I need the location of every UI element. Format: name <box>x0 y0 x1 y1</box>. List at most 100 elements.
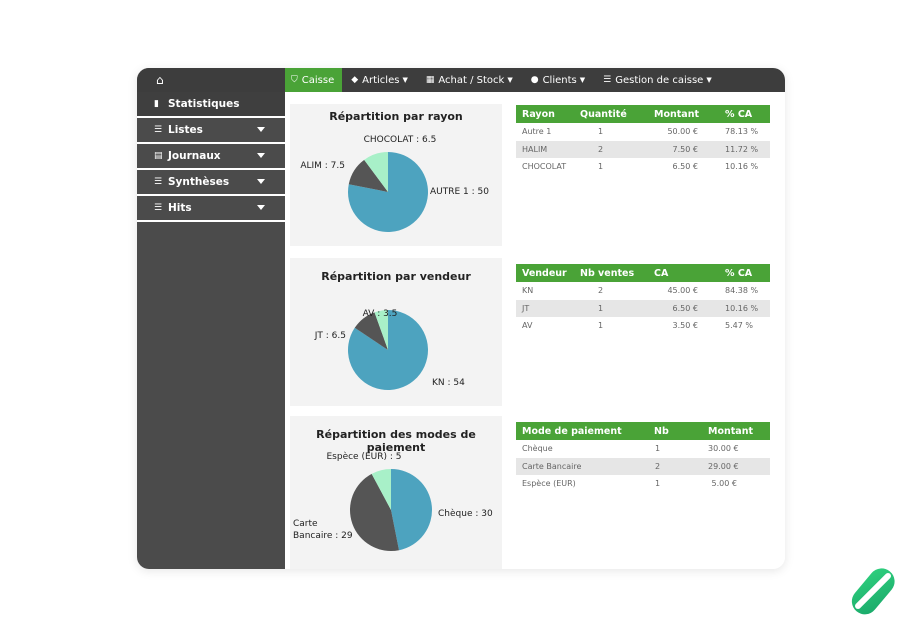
table-cell: 78.13 % <box>725 127 759 137</box>
list-icon: ☰ <box>154 125 163 135</box>
tab-label: Caisse <box>301 74 335 86</box>
chart-card-rayon: Répartition par rayon AUTRE 1 : 50 ALIM :… <box>290 104 502 246</box>
chevron-down-icon <box>257 205 265 210</box>
table-cell: 1 <box>598 127 604 137</box>
sidebar-item-label: Statistiques <box>168 98 240 110</box>
home-button[interactable]: ⌂ <box>137 68 285 92</box>
pie-label: KN : 54 <box>432 378 465 388</box>
app-window: ⌂ ▮ Statistiques ☰ Listes ▤ Journaux ☰ S… <box>137 68 785 569</box>
table-row: Carte Bancaire 2 29.00 € <box>516 457 770 475</box>
table-cell: 1 <box>598 321 604 331</box>
sidebar-item-label: Journaux <box>168 150 221 162</box>
list-icon: ☰ <box>154 177 163 187</box>
table-cell: AV <box>522 321 533 331</box>
sidebar-item-statistiques[interactable]: ▮ Statistiques <box>137 92 285 118</box>
chevron-down-icon: ▼ <box>579 76 586 84</box>
pie-label: JT : 6.5 <box>314 331 346 341</box>
sidebar: ⌂ ▮ Statistiques ☰ Listes ▤ Journaux ☰ S… <box>137 68 285 569</box>
table-cell: 7.50 € <box>672 144 698 154</box>
column-header[interactable]: Vendeur <box>522 268 567 279</box>
table-cell: 10.16 % <box>725 303 759 313</box>
table-cell: 50.00 € <box>667 127 698 137</box>
table-cell: 2 <box>598 286 604 296</box>
table-cell: 2 <box>655 461 661 471</box>
table-cell: Carte Bancaire <box>522 461 582 471</box>
table-header: Rayon Quantité Montant % CA <box>516 105 770 123</box>
chart-card-paiement: Répartition des modes de paiement Chèque… <box>290 416 502 569</box>
chevron-down-icon <box>257 179 265 184</box>
table-paiement: Mode de paiement Nb Montant Chèque 1 30.00 € C… <box>516 422 770 493</box>
column-header[interactable]: Mode de paiement <box>522 426 622 437</box>
table-cell: Chèque <box>522 444 553 454</box>
column-header[interactable]: Nb <box>654 426 669 437</box>
tab-articles[interactable]: ◆ Articles ▼ <box>342 68 417 92</box>
bar-chart-icon: ▮ <box>154 99 159 109</box>
table-cell: HALIM <box>522 144 548 154</box>
table-cell: 1 <box>598 303 604 313</box>
tab-clients[interactable]: ● Clients ▼ <box>522 68 594 92</box>
table-cell: 2 <box>598 144 604 154</box>
table-row: CHOCOLAT 1 6.50 € 10.16 % <box>516 158 770 176</box>
pie-label: AUTRE 1 : 50 <box>430 187 489 197</box>
sidebar-item-hits[interactable]: ☰ Hits <box>137 196 285 222</box>
chevron-down-icon <box>257 127 265 132</box>
column-header[interactable]: CA <box>654 268 668 279</box>
column-header[interactable]: Montant <box>708 426 753 437</box>
chevron-down-icon: ▼ <box>706 76 712 84</box>
sidebar-item-label: Listes <box>168 124 203 136</box>
sidebar-item-journaux[interactable]: ▤ Journaux <box>137 144 285 170</box>
basket-icon: ⛉ <box>291 75 298 85</box>
table-row: Autre 1 1 50.00 € 78.13 % <box>516 123 770 141</box>
table-cell: 6.50 € <box>672 162 698 172</box>
chevron-down-icon: ▼ <box>507 76 513 84</box>
pie-chart-paiement: Chèque : 30 Carte Bancaire : 29 Espèce (EUR… <box>293 451 493 551</box>
table-row: Espèce (EUR) 1 5.00 € <box>516 475 770 493</box>
table-cell: 3.50 € <box>672 321 698 331</box>
pie-label: Carte Bancaire : 29 <box>293 519 353 541</box>
table-cell: 45.00 € <box>667 286 698 296</box>
grid-icon: ▦ <box>425 75 435 85</box>
pie-slice-ch-que[interactable] <box>391 469 433 551</box>
column-header[interactable]: % CA <box>725 268 752 279</box>
tab-label: Clients <box>542 74 577 86</box>
pie-chart-rayon: AUTRE 1 : 50 ALIM : 7.5 CHOCOLAT : 6.5 <box>300 135 489 232</box>
column-header[interactable]: Nb ventes <box>580 268 634 279</box>
sidebar-item-listes[interactable]: ☰ Listes <box>137 118 285 144</box>
journal-icon: ▤ <box>154 151 163 161</box>
sidebar-item-label: Synthèses <box>168 176 230 188</box>
user-icon: ● <box>530 75 539 85</box>
tab-label: Articles <box>362 74 400 86</box>
tab-gestion-de-caisse[interactable]: ☰ Gestion de caisse ▼ <box>594 68 721 92</box>
list-icon: ☰ <box>603 75 612 85</box>
sidebar-item-label: Hits <box>168 202 192 214</box>
pie-label: Chèque : 30 <box>438 508 493 519</box>
table-cell: KN <box>522 286 534 296</box>
brand-logo-icon <box>851 568 895 615</box>
column-header[interactable]: % CA <box>725 109 752 120</box>
pie-label: AV : 3.5 <box>363 309 398 319</box>
home-icon: ⌂ <box>156 73 164 87</box>
table-cell: 5.00 € <box>711 479 737 489</box>
top-navigation: ⛉ Caisse ◆ Articles ▼ ▦ Achat / Stock ▼ … <box>285 68 785 92</box>
column-header[interactable]: Montant <box>654 109 699 120</box>
table-cell: 10.16 % <box>725 162 759 172</box>
table-row: KN 2 45.00 € 84.38 % <box>516 282 770 300</box>
table-header: Mode de paiement Nb Montant <box>516 422 770 440</box>
table-cell: 6.50 € <box>672 303 698 313</box>
chart-card-vendeur: Répartition par vendeur KN : 54 JT : 6.5 A… <box>290 258 502 406</box>
table-cell: 1 <box>655 444 661 454</box>
tab-label: Gestion de caisse <box>615 74 704 86</box>
column-header[interactable]: Quantité <box>580 109 627 120</box>
chevron-down-icon <box>257 153 265 158</box>
table-cell: CHOCOLAT <box>522 162 567 172</box>
list-icon: ☰ <box>154 203 163 213</box>
table-cell: JT <box>522 303 530 313</box>
sidebar-item-syntheses[interactable]: ☰ Synthèses <box>137 170 285 196</box>
table-cell: Espèce (EUR) <box>522 479 576 489</box>
table-header: Vendeur Nb ventes CA % CA <box>516 264 770 282</box>
tab-achat-stock[interactable]: ▦ Achat / Stock ▼ <box>417 68 522 92</box>
column-header[interactable]: Rayon <box>522 109 555 120</box>
table-cell: 1 <box>655 479 661 489</box>
table-cell: 11.72 % <box>725 144 759 154</box>
tab-caisse[interactable]: ⛉ Caisse <box>285 68 343 92</box>
